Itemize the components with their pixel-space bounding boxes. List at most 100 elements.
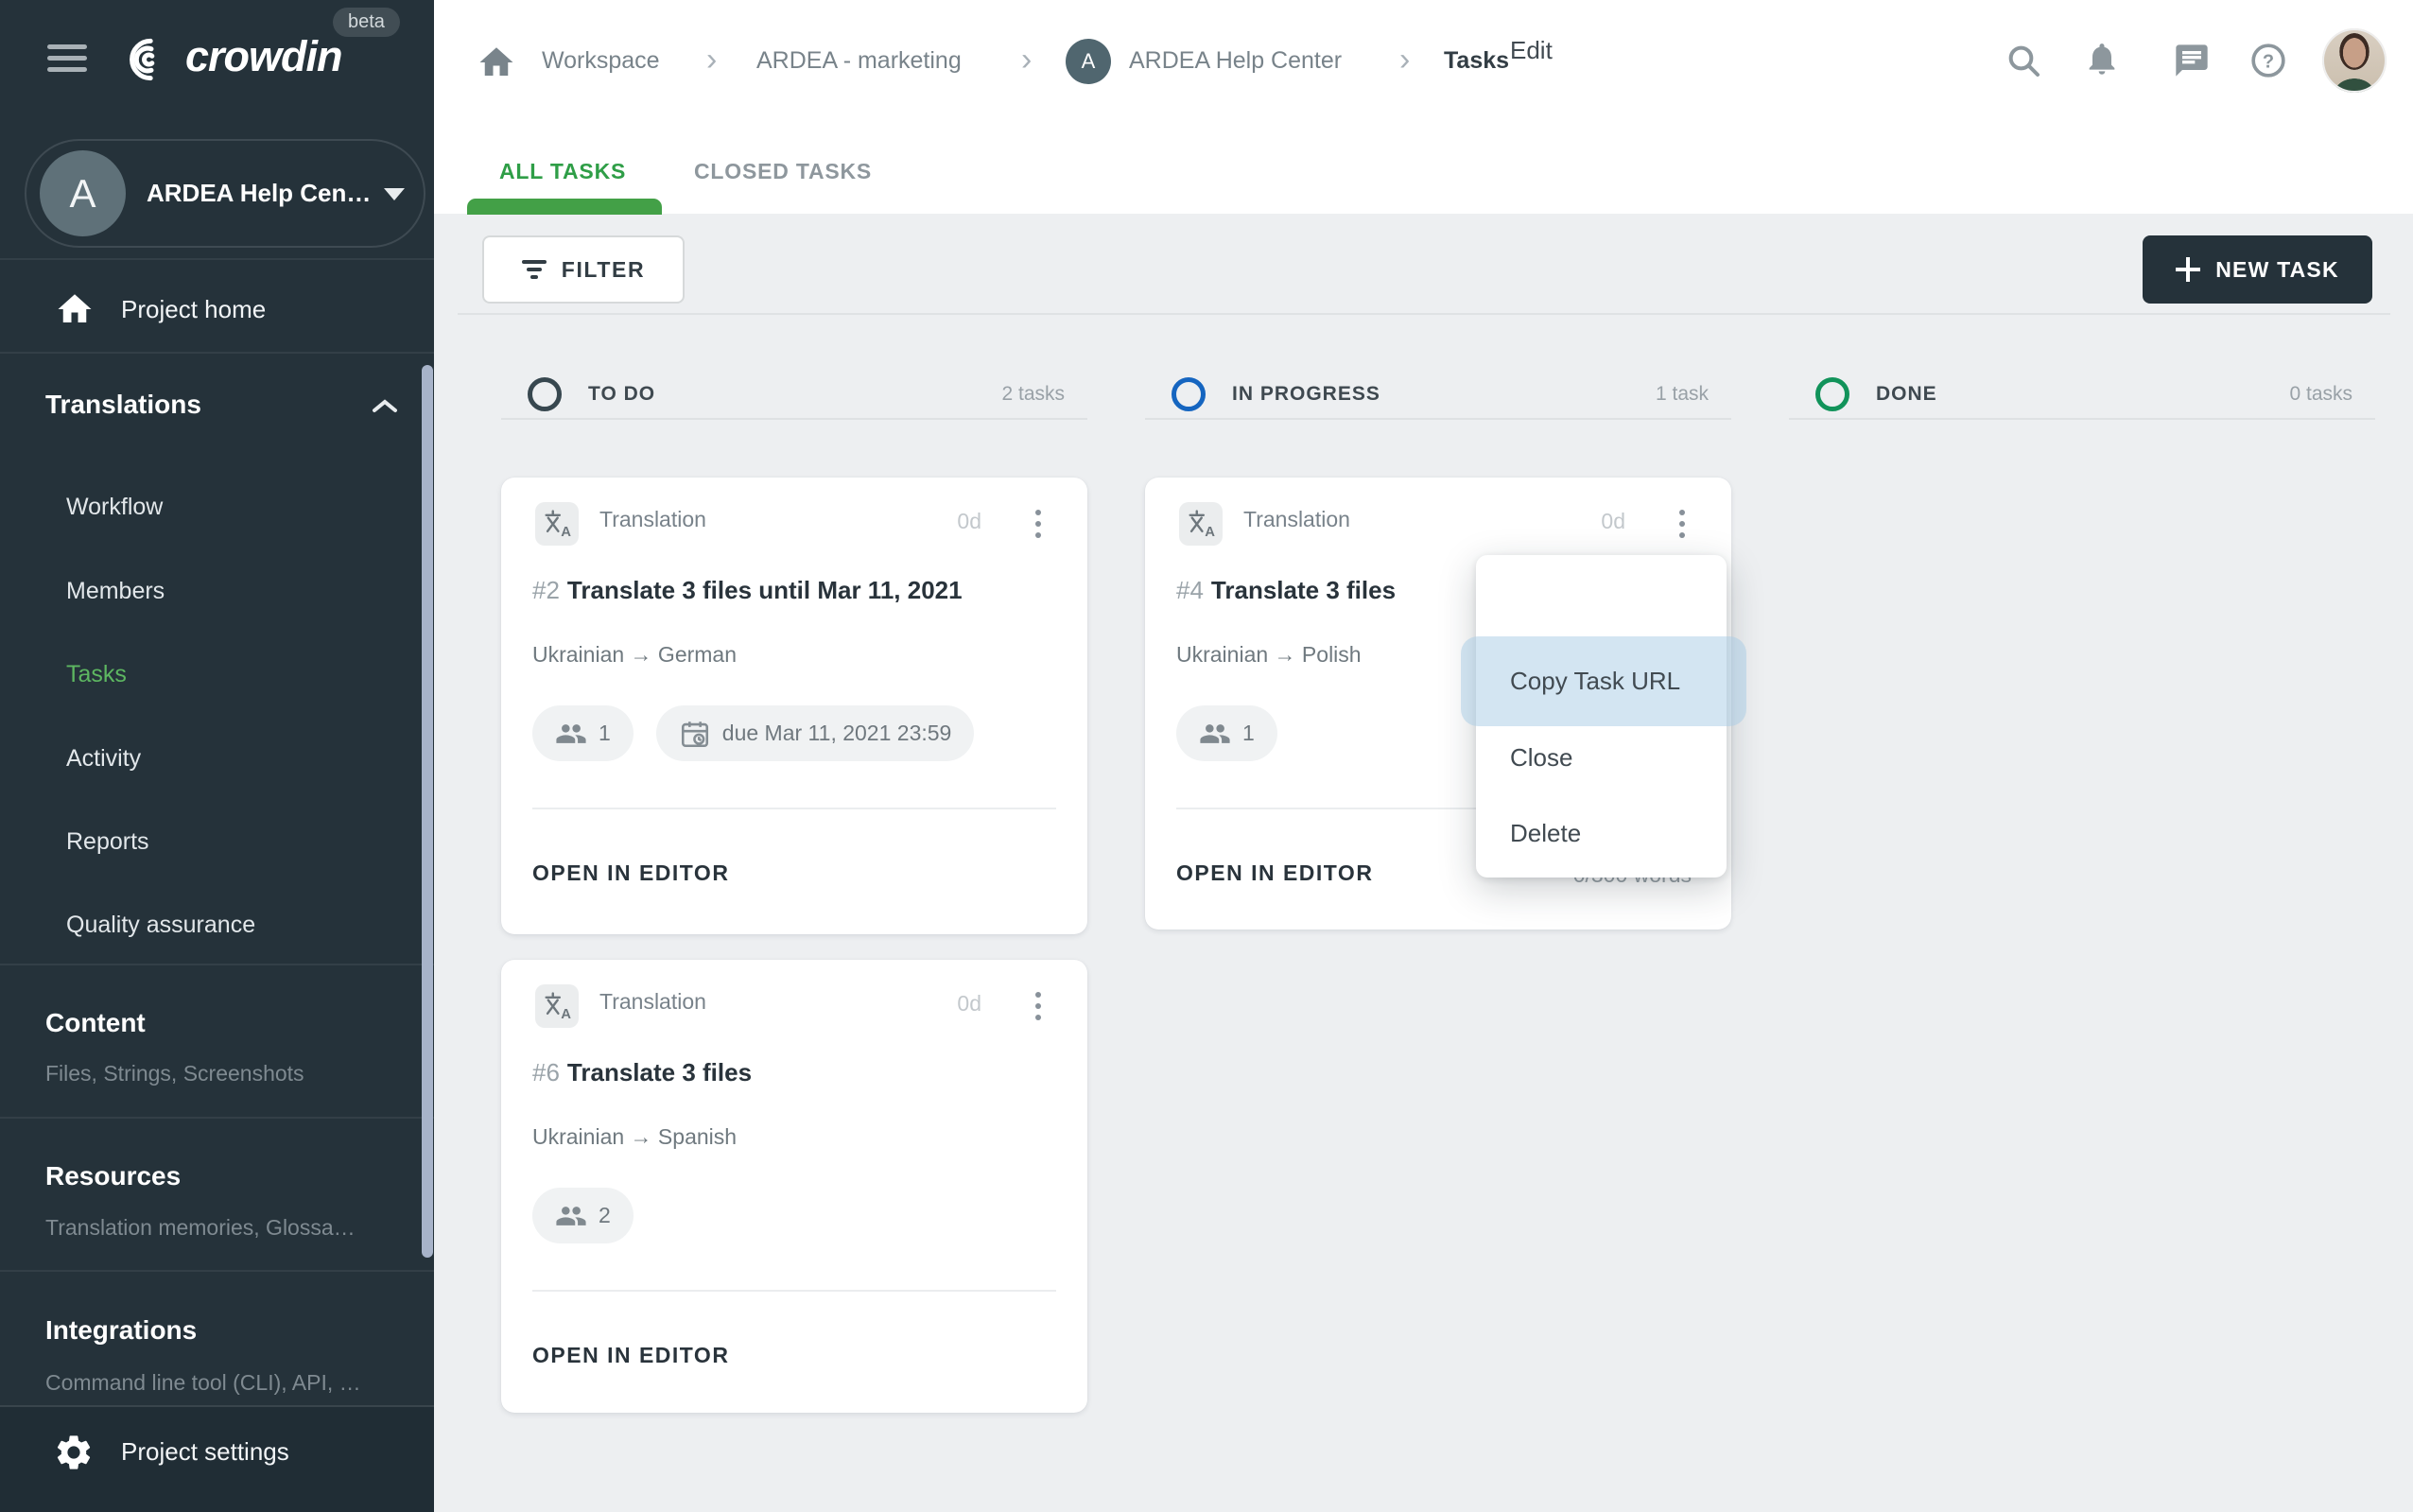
project-name: ARDEA Help Cen… bbox=[147, 179, 371, 208]
sidebar-item-members[interactable]: Members bbox=[66, 574, 165, 608]
tab-all-tasks[interactable]: ALL TASKS bbox=[499, 159, 626, 184]
chevron-right-icon: › bbox=[1399, 45, 1410, 74]
task-card-2: A Translation 0d #2Translate 3 files unt… bbox=[501, 478, 1087, 934]
assignees-chip: 1 bbox=[1176, 705, 1277, 761]
column-title: DONE bbox=[1876, 377, 1937, 411]
menu-item-edit[interactable]: Edit bbox=[1510, 31, 1553, 69]
task-title[interactable]: #6Translate 3 files bbox=[532, 1058, 752, 1087]
sidebar-item-project-home[interactable]: Project home bbox=[121, 292, 266, 326]
messages-chat-icon[interactable] bbox=[2173, 42, 2211, 84]
plus-icon bbox=[2176, 257, 2200, 282]
sidebar-item-project-settings[interactable]: Project settings bbox=[121, 1437, 289, 1467]
help-icon[interactable]: ? bbox=[2249, 42, 2287, 84]
task-age: 0d bbox=[957, 509, 981, 534]
open-in-editor-link[interactable]: OPEN IN EDITOR bbox=[532, 1343, 729, 1368]
divider bbox=[501, 418, 1087, 420]
open-in-editor-link[interactable]: OPEN IN EDITOR bbox=[1176, 860, 1373, 886]
column-title: TO DO bbox=[588, 377, 655, 411]
breadcrumb-project[interactable]: ARDEA Help Center bbox=[1129, 47, 1342, 75]
status-circle-todo bbox=[528, 377, 562, 411]
svg-text:?: ? bbox=[2263, 52, 2274, 73]
sidebar-item-tasks[interactable]: Tasks bbox=[66, 657, 127, 691]
new-task-button-label: NEW TASK bbox=[2215, 257, 2339, 283]
sidebar-section-translations[interactable]: Translations bbox=[45, 390, 201, 420]
tab-closed-tasks[interactable]: CLOSED TASKS bbox=[694, 159, 872, 184]
sidebar-item-quality-assurance[interactable]: Quality assurance bbox=[66, 908, 255, 942]
filter-button[interactable]: FILTER bbox=[482, 235, 685, 304]
sidebar-section-integrations[interactable]: Integrations bbox=[45, 1315, 197, 1346]
task-card-6: A Translation 0d #6Translate 3 files Ukr… bbox=[501, 960, 1087, 1413]
project-selector[interactable]: A ARDEA Help Cen… bbox=[25, 139, 425, 248]
translation-type-icon: A bbox=[535, 984, 579, 1028]
task-title[interactable]: #4Translate 3 files bbox=[1176, 576, 1396, 605]
crowdin-logo-icon[interactable] bbox=[117, 36, 176, 88]
notifications-bell-icon[interactable] bbox=[2083, 40, 2121, 82]
task-title[interactable]: #2Translate 3 files until Mar 11, 2021 bbox=[532, 576, 963, 605]
status-circle-done bbox=[1815, 377, 1849, 411]
people-icon bbox=[1199, 718, 1231, 750]
new-task-button[interactable]: NEW TASK bbox=[2143, 235, 2372, 304]
sidebar-item-reports[interactable]: Reports bbox=[66, 825, 149, 859]
sidebar-item-activity[interactable]: Activity bbox=[66, 741, 141, 775]
project-avatar: A bbox=[40, 150, 126, 236]
column-task-count: 0 tasks bbox=[2289, 377, 2352, 411]
task-age: 0d bbox=[957, 991, 981, 1017]
task-number: #6 bbox=[532, 1058, 560, 1086]
sidebar-item-workflow[interactable]: Workflow bbox=[66, 490, 163, 524]
sidebar-section-integrations-subtitle: Command line tool (CLI), API, … bbox=[45, 1370, 361, 1396]
crowdin-wordmark[interactable]: crowdin bbox=[185, 32, 342, 81]
breadcrumb-organization[interactable]: ARDEA - marketing bbox=[756, 47, 962, 75]
sidebar-section-content-subtitle: Files, Strings, Screenshots bbox=[45, 1061, 304, 1086]
translation-type-icon: A bbox=[535, 502, 579, 546]
active-tab-underline bbox=[467, 199, 662, 215]
column-header-todo: TO DO 2 tasks bbox=[501, 377, 1087, 434]
status-circle-in-progress bbox=[1172, 377, 1206, 411]
breadcrumb-workspace[interactable]: Workspace bbox=[542, 47, 660, 75]
svg-text:A: A bbox=[1205, 525, 1215, 540]
breadcrumb-current-page: Tasks bbox=[1444, 47, 1509, 75]
divider bbox=[1145, 418, 1731, 420]
chevron-up-icon[interactable] bbox=[371, 397, 399, 421]
search-icon[interactable] bbox=[2005, 42, 2042, 84]
column-header-in-progress: IN PROGRESS 1 task bbox=[1145, 377, 1731, 434]
kebab-menu-icon[interactable] bbox=[1027, 502, 1050, 546]
column-header-done: DONE 0 tasks bbox=[1789, 377, 2375, 434]
due-date-text: due Mar 11, 2021 23:59 bbox=[722, 721, 952, 746]
filter-icon bbox=[522, 256, 547, 283]
task-number: #2 bbox=[532, 576, 560, 604]
menu-item-copy-task-url[interactable]: Copy Task URL bbox=[1510, 662, 1680, 700]
assignees-chip: 2 bbox=[532, 1188, 634, 1243]
due-date-chip: due Mar 11, 2021 23:59 bbox=[656, 705, 975, 761]
assignees-count: 1 bbox=[599, 721, 611, 746]
sidebar-section-content[interactable]: Content bbox=[45, 1008, 146, 1038]
svg-text:A: A bbox=[561, 1007, 571, 1022]
sidebar: crowdin beta A ARDEA Help Cen… Project h… bbox=[0, 0, 434, 1512]
divider bbox=[0, 964, 434, 965]
language-pair: Ukrainian → German bbox=[532, 642, 737, 668]
menu-item-close[interactable]: Close bbox=[1510, 739, 1572, 776]
hamburger-menu-icon[interactable] bbox=[47, 44, 87, 72]
home-icon[interactable] bbox=[477, 43, 516, 82]
kebab-menu-icon[interactable] bbox=[1027, 984, 1050, 1028]
task-context-menu: Edit Copy Task URL Close Delete bbox=[1476, 555, 1727, 878]
user-avatar[interactable] bbox=[2322, 28, 2387, 93]
app-root: Workspace › ARDEA - marketing › A ARDEA … bbox=[0, 0, 2413, 1512]
divider bbox=[532, 1290, 1056, 1292]
divider bbox=[532, 808, 1056, 809]
task-type-label: Translation bbox=[1243, 507, 1350, 532]
open-in-editor-link[interactable]: OPEN IN EDITOR bbox=[532, 860, 729, 886]
calendar-clock-icon bbox=[679, 718, 711, 750]
kebab-menu-icon[interactable] bbox=[1671, 502, 1693, 546]
translation-type-icon: A bbox=[1179, 502, 1223, 546]
menu-item-delete[interactable]: Delete bbox=[1510, 814, 1581, 852]
task-number: #4 bbox=[1176, 576, 1204, 604]
people-icon bbox=[555, 718, 587, 750]
divider bbox=[0, 258, 434, 260]
task-age: 0d bbox=[1601, 509, 1625, 534]
column-title: IN PROGRESS bbox=[1232, 377, 1380, 411]
sidebar-scrollbar[interactable] bbox=[422, 365, 433, 1258]
chevron-right-icon: › bbox=[706, 45, 717, 74]
sidebar-section-resources[interactable]: Resources bbox=[45, 1161, 181, 1191]
chevron-down-icon bbox=[384, 188, 405, 200]
svg-text:A: A bbox=[561, 525, 571, 540]
